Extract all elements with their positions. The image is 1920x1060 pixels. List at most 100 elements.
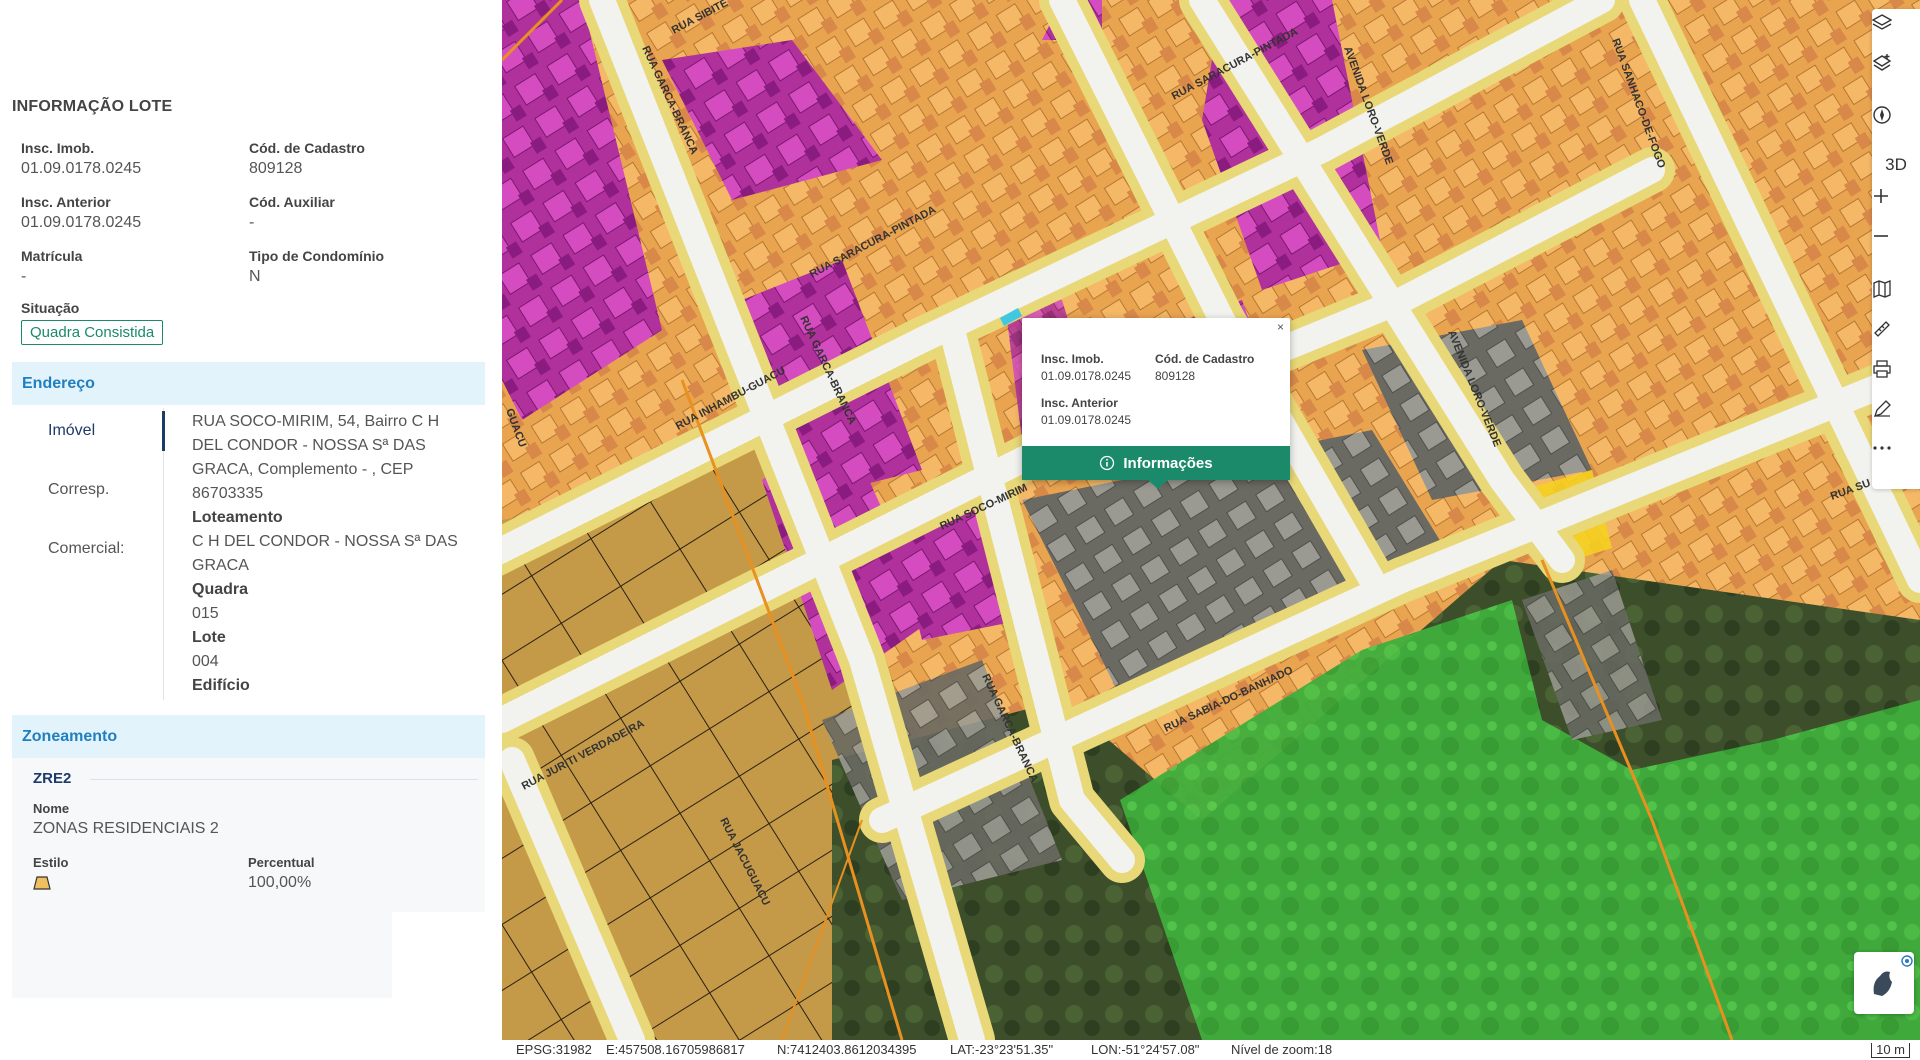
field-label: Insc. Imob. bbox=[21, 140, 95, 156]
print-button[interactable] bbox=[1872, 359, 1920, 399]
popup-pointer bbox=[1148, 480, 1168, 489]
section-endereco-header[interactable]: Endereço bbox=[12, 362, 485, 405]
zone-code: ZRE2 bbox=[33, 770, 72, 787]
address-details: RUA SOCO-MIRIM, 54, Bairro C H DEL CONDO… bbox=[192, 410, 472, 698]
popup-value: 809128 bbox=[1155, 369, 1196, 383]
epsg-readout: EPSG:31982 bbox=[516, 1042, 592, 1057]
status-bar: EPSG:31982 E:457508.16705986817 N:741240… bbox=[502, 1040, 1920, 1060]
field-value: - bbox=[249, 214, 255, 231]
popup-field-cod-cadastro: Cód. de Cadastro 809128 bbox=[1155, 352, 1254, 383]
address-line: GRACA, Complemento - , CEP bbox=[192, 461, 414, 478]
field-value: 01.09.0178.0245 bbox=[21, 214, 142, 231]
field-value: - bbox=[21, 268, 27, 285]
compass-icon bbox=[1873, 106, 1891, 124]
field-label: Insc. Anterior bbox=[21, 194, 111, 210]
longitude-readout: LON:-51°24'57.08" bbox=[1091, 1042, 1200, 1057]
draw-icon bbox=[1873, 400, 1891, 418]
field-label: Matrícula bbox=[21, 248, 83, 264]
field-insc-anterior: Insc. Anterior 01.09.0178.0245 bbox=[21, 194, 141, 232]
info-panel: INFORMAÇÃO LOTE Insc. Imob. 01.09.0178.0… bbox=[0, 0, 502, 1060]
quadra-value: 015 bbox=[192, 605, 219, 622]
map-view[interactable]: RUA SIBITE RUA GARCA-BRANCA RUA SARACURA… bbox=[502, 0, 1920, 1040]
lote-label: Lote bbox=[192, 629, 226, 646]
popup-field-insc-imob: Insc. Imob. 01.09.0178.0245 bbox=[1041, 352, 1131, 383]
zoom-level-readout: Nível de zoom:18 bbox=[1231, 1042, 1333, 1057]
northing-readout: N:7412403.8612034395 bbox=[777, 1042, 917, 1057]
field-label: Percentual bbox=[248, 855, 315, 870]
popup-label: Insc. Anterior bbox=[1041, 396, 1118, 410]
scale-bar: 10 m bbox=[1871, 1043, 1910, 1058]
loteamento-line: C H DEL CONDOR - NOSSA Sª DAS bbox=[192, 533, 458, 550]
address-line: 86703335 bbox=[192, 485, 264, 502]
popup-label: Cód. de Cadastro bbox=[1155, 352, 1255, 366]
section-zoneamento-header[interactable]: Zoneamento bbox=[12, 715, 485, 758]
more-button[interactable] bbox=[1872, 445, 1920, 485]
field-cod-cadastro: Cód. de Cadastro 809128 bbox=[249, 140, 365, 178]
field-situacao: Situação bbox=[21, 300, 79, 316]
field-value: 01.09.0178.0245 bbox=[21, 160, 142, 177]
tab-imovel[interactable]: Imóvel bbox=[48, 422, 95, 440]
active-tab-indicator bbox=[162, 411, 165, 451]
zoom-out-button[interactable] bbox=[1872, 227, 1920, 267]
latitude-readout: LAT:-23°23'51.35" bbox=[950, 1042, 1054, 1057]
field-value: N bbox=[249, 268, 261, 285]
zoom-in-icon bbox=[1874, 189, 1888, 203]
field-matricula: Matrícula - bbox=[21, 248, 82, 286]
tab-corresp[interactable]: Corresp. bbox=[48, 481, 109, 499]
zone-style-swatch-icon bbox=[33, 876, 51, 890]
field-insc-imob: Insc. Imob. 01.09.0178.0245 bbox=[21, 140, 141, 178]
layers-add-icon bbox=[1872, 54, 1892, 71]
field-zone-nome: Nome ZONAS RESIDENCIAIS 2 bbox=[33, 801, 219, 838]
widget-logo-button[interactable] bbox=[1854, 952, 1914, 1014]
bird-logo-icon bbox=[1873, 955, 1913, 996]
field-value: 100,00% bbox=[248, 874, 312, 891]
field-cod-auxiliar: Cód. Auxiliar - bbox=[249, 194, 335, 232]
field-label: Cód. Auxiliar bbox=[249, 194, 335, 210]
3d-toggle-button[interactable]: 3D bbox=[1872, 145, 1920, 185]
map-toolbar: 3D bbox=[1872, 9, 1920, 489]
field-value: ZONAS RESIDENCIAIS 2 bbox=[33, 820, 219, 837]
info-icon bbox=[1100, 455, 1115, 471]
address-line: RUA SOCO-MIRIM, 54, Bairro C H bbox=[192, 413, 440, 430]
informacoes-label: Informações bbox=[1123, 454, 1213, 472]
more-icon bbox=[1873, 446, 1891, 450]
field-value: 809128 bbox=[249, 160, 303, 177]
field-label: Nome bbox=[33, 801, 70, 816]
zoom-in-button[interactable] bbox=[1872, 187, 1920, 227]
panel-title: INFORMAÇÃO LOTE bbox=[12, 98, 173, 115]
basemap-icon bbox=[1873, 280, 1891, 298]
field-label: Tipo de Condomínio bbox=[249, 248, 385, 264]
field-zone-percentual: Percentual 100,00% bbox=[248, 855, 314, 892]
layers-button[interactable] bbox=[1872, 13, 1920, 53]
lote-value: 004 bbox=[192, 653, 219, 670]
field-tipo-condominio: Tipo de Condomínio N bbox=[249, 248, 384, 286]
field-label: Situação bbox=[21, 300, 80, 316]
field-label: Cód. de Cadastro bbox=[249, 140, 365, 156]
layers-icon bbox=[1872, 14, 1892, 30]
blank-area bbox=[392, 912, 485, 998]
lot-popup: × Insc. Imob. 01.09.0178.0245 Cód. de Ca… bbox=[1022, 318, 1290, 480]
zoom-out-icon bbox=[1874, 235, 1888, 237]
map-canvas[interactable]: RUA SIBITE RUA GARCA-BRANCA RUA SARACURA… bbox=[502, 0, 1920, 1040]
zone-divider bbox=[90, 779, 478, 780]
loteamento-line: GRACA bbox=[192, 557, 249, 574]
add-layer-button[interactable] bbox=[1872, 53, 1920, 93]
popup-value: 01.09.0178.0245 bbox=[1041, 413, 1132, 427]
basemap-button[interactable] bbox=[1872, 279, 1920, 319]
close-icon[interactable]: × bbox=[1277, 320, 1284, 334]
loteamento-label: Loteamento bbox=[192, 509, 283, 526]
tab-comercial[interactable]: Comercial: bbox=[48, 540, 124, 558]
print-icon bbox=[1873, 360, 1891, 378]
field-zone-estilo: Estilo bbox=[33, 855, 68, 895]
address-line: DEL CONDOR - NOSSA Sª DAS bbox=[192, 437, 426, 454]
status-badge: Quadra Consistida bbox=[21, 320, 164, 345]
popup-field-insc-anterior: Insc. Anterior 01.09.0178.0245 bbox=[1041, 396, 1131, 427]
tab-divider bbox=[163, 408, 164, 700]
compass-button[interactable] bbox=[1872, 105, 1920, 145]
quadra-label: Quadra bbox=[192, 581, 249, 598]
edificio-label: Edifício bbox=[192, 677, 250, 694]
popup-value: 01.09.0178.0245 bbox=[1041, 369, 1132, 383]
measure-button[interactable] bbox=[1872, 319, 1920, 359]
informacoes-button[interactable]: Informações bbox=[1022, 446, 1290, 480]
draw-button[interactable] bbox=[1872, 399, 1920, 439]
